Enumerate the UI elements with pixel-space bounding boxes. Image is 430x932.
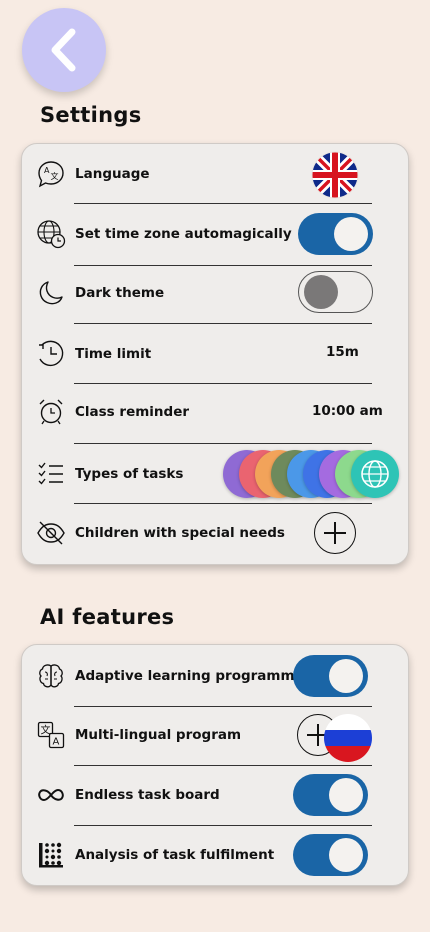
- dot-matrix-icon: [39, 842, 63, 868]
- timezone-row: Set time zone automagically: [22, 206, 408, 262]
- infinity-icon: [38, 788, 64, 802]
- multilingual-label: Multi-lingual program: [75, 727, 242, 743]
- ai-features-title: AI features: [40, 605, 175, 629]
- special-needs-row: Children with special needs: [22, 505, 408, 561]
- class-reminder-value[interactable]: 10:00 am: [312, 403, 383, 419]
- adaptive-learning-label: Adaptive learning programmes: [75, 668, 312, 684]
- dark-theme-toggle[interactable]: [298, 271, 373, 313]
- analysis-row: Analysis of task fulfilment: [22, 827, 408, 883]
- divider: [74, 765, 372, 766]
- class-reminder-label: Class reminder: [75, 404, 190, 420]
- brain-icon: [39, 664, 63, 688]
- back-button[interactable]: [22, 8, 106, 92]
- dark-theme-row: Dark theme: [22, 265, 408, 321]
- time-limit-value[interactable]: 15m: [326, 344, 359, 360]
- svg-text:文: 文: [51, 171, 59, 181]
- divider: [74, 825, 372, 826]
- task-type-chips: [223, 450, 403, 498]
- timezone-toggle[interactable]: [298, 213, 373, 255]
- endless-board-row: Endless task board: [22, 767, 408, 823]
- add-special-needs-button[interactable]: [314, 512, 356, 554]
- settings-title: Settings: [40, 103, 142, 127]
- divider: [74, 503, 372, 504]
- language-row[interactable]: A 文 Language: [22, 146, 408, 202]
- dark-theme-label: Dark theme: [75, 285, 165, 301]
- special-needs-label: Children with special needs: [75, 525, 285, 541]
- settings-card: A 文 Language Set time zone automagically…: [21, 143, 409, 565]
- analysis-toggle[interactable]: [293, 834, 368, 876]
- divider: [74, 323, 372, 324]
- divider: [74, 203, 372, 204]
- checklist-icon: [38, 462, 63, 485]
- task-type-chip[interactable]: [351, 450, 399, 498]
- time-limit-label: Time limit: [75, 346, 152, 362]
- adaptive-learning-row: Adaptive learning programmes: [22, 648, 408, 704]
- endless-board-label: Endless task board: [75, 787, 220, 803]
- russia-flag-icon[interactable]: [323, 713, 373, 763]
- timezone-label: Set time zone automagically: [75, 226, 292, 242]
- globe-clock-icon: [37, 220, 66, 249]
- language-label: Language: [75, 166, 150, 182]
- translate-icon: 文 A: [37, 721, 65, 749]
- clock-icon: [39, 340, 64, 366]
- svg-text:A: A: [53, 737, 60, 748]
- task-types-row: Types of tasks: [22, 446, 408, 502]
- chevron-left-icon: [51, 28, 76, 72]
- uk-flag-icon[interactable]: [311, 151, 359, 199]
- moon-icon: [39, 281, 63, 305]
- class-reminder-row[interactable]: Class reminder 10:00 am: [22, 384, 408, 440]
- multilingual-row: 文 A Multi-lingual program: [22, 707, 408, 763]
- language-icon: A 文: [38, 161, 64, 188]
- time-limit-row[interactable]: Time limit 15m: [22, 326, 408, 382]
- alarm-clock-icon: [39, 399, 63, 425]
- endless-board-toggle[interactable]: [293, 774, 368, 816]
- task-types-label: Types of tasks: [75, 466, 184, 482]
- divider: [74, 443, 372, 444]
- svg-text:A: A: [44, 166, 50, 175]
- eye-slash-icon: [37, 521, 65, 545]
- globe-icon: [361, 460, 389, 488]
- analysis-label: Analysis of task fulfilment: [75, 847, 275, 863]
- ai-features-card: Adaptive learning programmes 文 A Multi-l…: [21, 644, 409, 886]
- adaptive-learning-toggle[interactable]: [293, 655, 368, 697]
